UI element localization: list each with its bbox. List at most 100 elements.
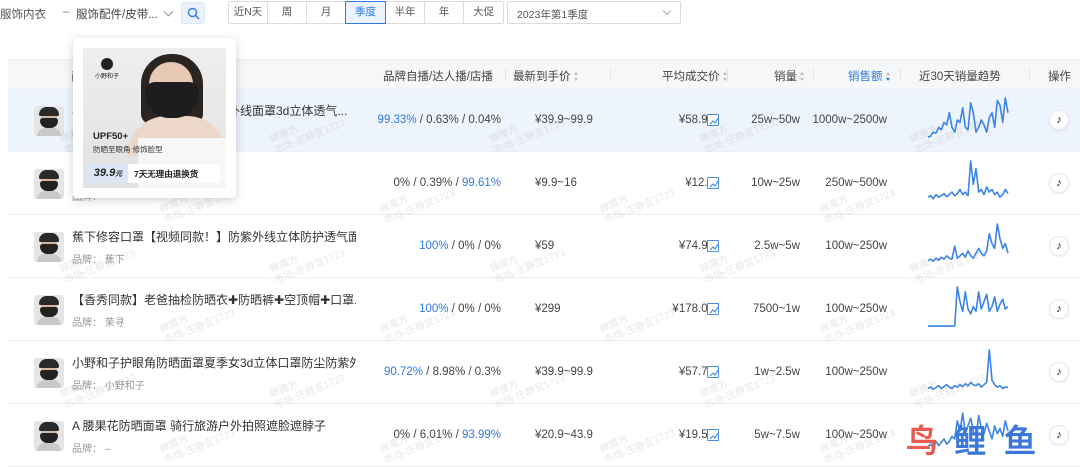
douyin-button[interactable]: ♪ xyxy=(1049,173,1069,193)
trend-chart-glyph xyxy=(709,180,719,188)
poster-subtitle: 防晒至眼角 修饰脸型 xyxy=(93,145,163,154)
ratio-value: 99.33% xyxy=(377,114,417,126)
product-thumbnail[interactable] xyxy=(34,169,64,199)
product-thumbnail[interactable] xyxy=(34,358,64,388)
column-header-sales[interactable]: 销量 xyxy=(774,68,805,84)
column-header-amount-label: 销售额 xyxy=(848,71,883,83)
corner-logo: 鸟 鲤 鱼 xyxy=(906,418,1056,464)
trend-chart-icon[interactable] xyxy=(707,366,719,378)
brand-logo: 小野和子 xyxy=(95,58,119,80)
period-tab[interactable]: 大促 xyxy=(464,2,503,23)
sales-amount: 100w~250w xyxy=(825,366,887,378)
trend-chart-icon[interactable] xyxy=(707,240,719,252)
douyin-button[interactable]: ♪ xyxy=(1049,236,1069,256)
product-name[interactable]: 【香秀同款】老爸抽检防晒衣✚防晒裤✚空顶帽✚口罩... xyxy=(72,291,356,308)
brand-logo-mark xyxy=(101,58,113,70)
brand-label: 品牌： xyxy=(72,318,102,329)
chevron-down-icon[interactable] xyxy=(163,6,174,17)
brand-value: – xyxy=(104,444,111,455)
period-tab[interactable]: 近N天 xyxy=(229,2,268,23)
product-thumbnail[interactable] xyxy=(34,421,64,451)
douyin-button[interactable]: ♪ xyxy=(1049,110,1069,130)
poster-price: 39.9元 xyxy=(88,164,128,183)
ratio-separator: / xyxy=(413,177,417,189)
product-name[interactable]: 蕉下修容口罩【视频同款！】防紫外线立体防护透气面... xyxy=(72,228,356,245)
product-name[interactable]: A 腰果花防晒面罩 骑行旅游户外拍照遮脸遮脖子 xyxy=(72,417,326,434)
sort-icon xyxy=(800,72,805,81)
brand-label: 品牌： xyxy=(72,381,102,392)
category-level2[interactable]: 服饰配件/皮带... xyxy=(76,6,158,22)
period-tabs: 近N天 周 月 季度 半年 年 大促 xyxy=(228,1,504,24)
period-tab[interactable]: 半年 xyxy=(386,2,425,23)
sales-amount: 1000w~2500w xyxy=(812,114,888,126)
ratio-separator: / xyxy=(477,240,482,252)
douyin-icon: ♪ xyxy=(1056,177,1062,189)
sales-trend-sparkline[interactable] xyxy=(926,220,1010,272)
product-thumbnail[interactable] xyxy=(34,295,64,325)
sales-trend-sparkline[interactable] xyxy=(926,346,1010,398)
ratio-separator: / xyxy=(455,429,459,441)
poster-price-tag: 39.9元 7天无理由退换货 xyxy=(88,164,220,183)
ratio-separator: / xyxy=(451,240,455,252)
ratio-value: 6.01% xyxy=(419,429,453,441)
trend-chart-icon[interactable] xyxy=(707,177,719,189)
period-tab[interactable]: 年 xyxy=(425,2,464,23)
trend-chart-icon[interactable] xyxy=(707,429,719,441)
douyin-button[interactable]: ♪ xyxy=(1049,299,1069,319)
ratio-separator: / xyxy=(468,366,472,378)
sort-icon xyxy=(573,72,579,81)
latest-price: ¥39.9~99.9 xyxy=(535,366,593,378)
douyin-button[interactable]: ♪ xyxy=(1049,362,1069,382)
brand-label: 品牌： xyxy=(72,444,102,455)
column-header-price[interactable]: 最新到手价 xyxy=(513,68,579,84)
category-level1[interactable]: 服饰内衣 xyxy=(0,6,46,22)
product-brand: 品牌： 茉寻 xyxy=(72,314,125,329)
sparkline-path xyxy=(927,223,1009,263)
ratio-separator: / xyxy=(413,429,417,441)
product-name[interactable]: 小野和子护眼角防晒面罩夏季女3d立体口罩防尘防紫外... xyxy=(72,354,356,371)
product-thumbnail[interactable] xyxy=(34,232,64,262)
thumb-hair xyxy=(39,170,59,179)
product-thumbnail[interactable] xyxy=(34,106,64,136)
sort-desc-icon xyxy=(885,72,891,81)
thumb-mask xyxy=(40,118,58,128)
sales-volume: 5w~7.5w xyxy=(754,429,800,441)
column-divider xyxy=(813,69,814,81)
search-icon xyxy=(187,7,200,20)
category-separator: – xyxy=(63,6,70,18)
latest-price: ¥59 xyxy=(535,240,555,252)
column-header-amount[interactable]: 销售额 xyxy=(848,68,891,84)
period-tab-active[interactable]: 季度 xyxy=(345,1,386,24)
column-divider xyxy=(900,69,901,81)
ratio-value: 0.04% xyxy=(468,114,501,126)
brand-value: 茉寻 xyxy=(104,318,125,329)
product-brand: 品牌： – xyxy=(72,440,110,455)
corner-logo-char: 鱼 xyxy=(1004,423,1037,459)
period-tab[interactable]: 周 xyxy=(268,2,307,23)
trend-chart-icon[interactable] xyxy=(707,114,719,126)
table-row[interactable]: 蕉下修容口罩【视频同款！】防紫外线立体防护透气面... 品牌： 蕉下 100% / … xyxy=(8,215,1080,278)
live-ratio: 90.72% / 8.98% / 0.3% xyxy=(384,366,501,378)
column-header-avg-price[interactable]: 平均成交价 xyxy=(662,68,728,84)
thumb-body xyxy=(37,254,61,262)
table-row[interactable]: 小野和子护眼角防晒面罩夏季女3d立体口罩防尘防紫外... 品牌： 小野和子 90.7… xyxy=(8,341,1080,404)
column-header-action: 操作 xyxy=(1048,71,1071,83)
column-header-sales-label: 销量 xyxy=(774,71,797,83)
ratio-separator: / xyxy=(426,366,430,378)
table-row[interactable]: 【香秀同款】老爸抽检防晒衣✚防晒裤✚空顶帽✚口罩... 品牌： 茉寻 100% / … xyxy=(8,278,1080,341)
sales-trend-sparkline[interactable] xyxy=(926,157,1010,209)
period-select[interactable]: 2023年第1季度 xyxy=(507,1,681,24)
thumb-body xyxy=(37,191,61,199)
search-button[interactable] xyxy=(181,2,205,24)
sales-trend-sparkline[interactable] xyxy=(926,94,1010,146)
period-tab[interactable]: 月 xyxy=(307,2,346,23)
sales-trend-sparkline[interactable] xyxy=(926,283,1010,335)
column-header-trend: 近30天销量趋势 xyxy=(919,71,1001,83)
product-brand: 品牌： 蕉下 xyxy=(72,251,125,266)
ratio-separator: / xyxy=(477,303,482,315)
ratio-value: 0% xyxy=(484,240,501,252)
trend-chart-icon[interactable] xyxy=(707,303,719,315)
thumb-body xyxy=(37,128,61,136)
sparkline-path xyxy=(928,286,1009,327)
thumb-hair xyxy=(39,422,59,431)
